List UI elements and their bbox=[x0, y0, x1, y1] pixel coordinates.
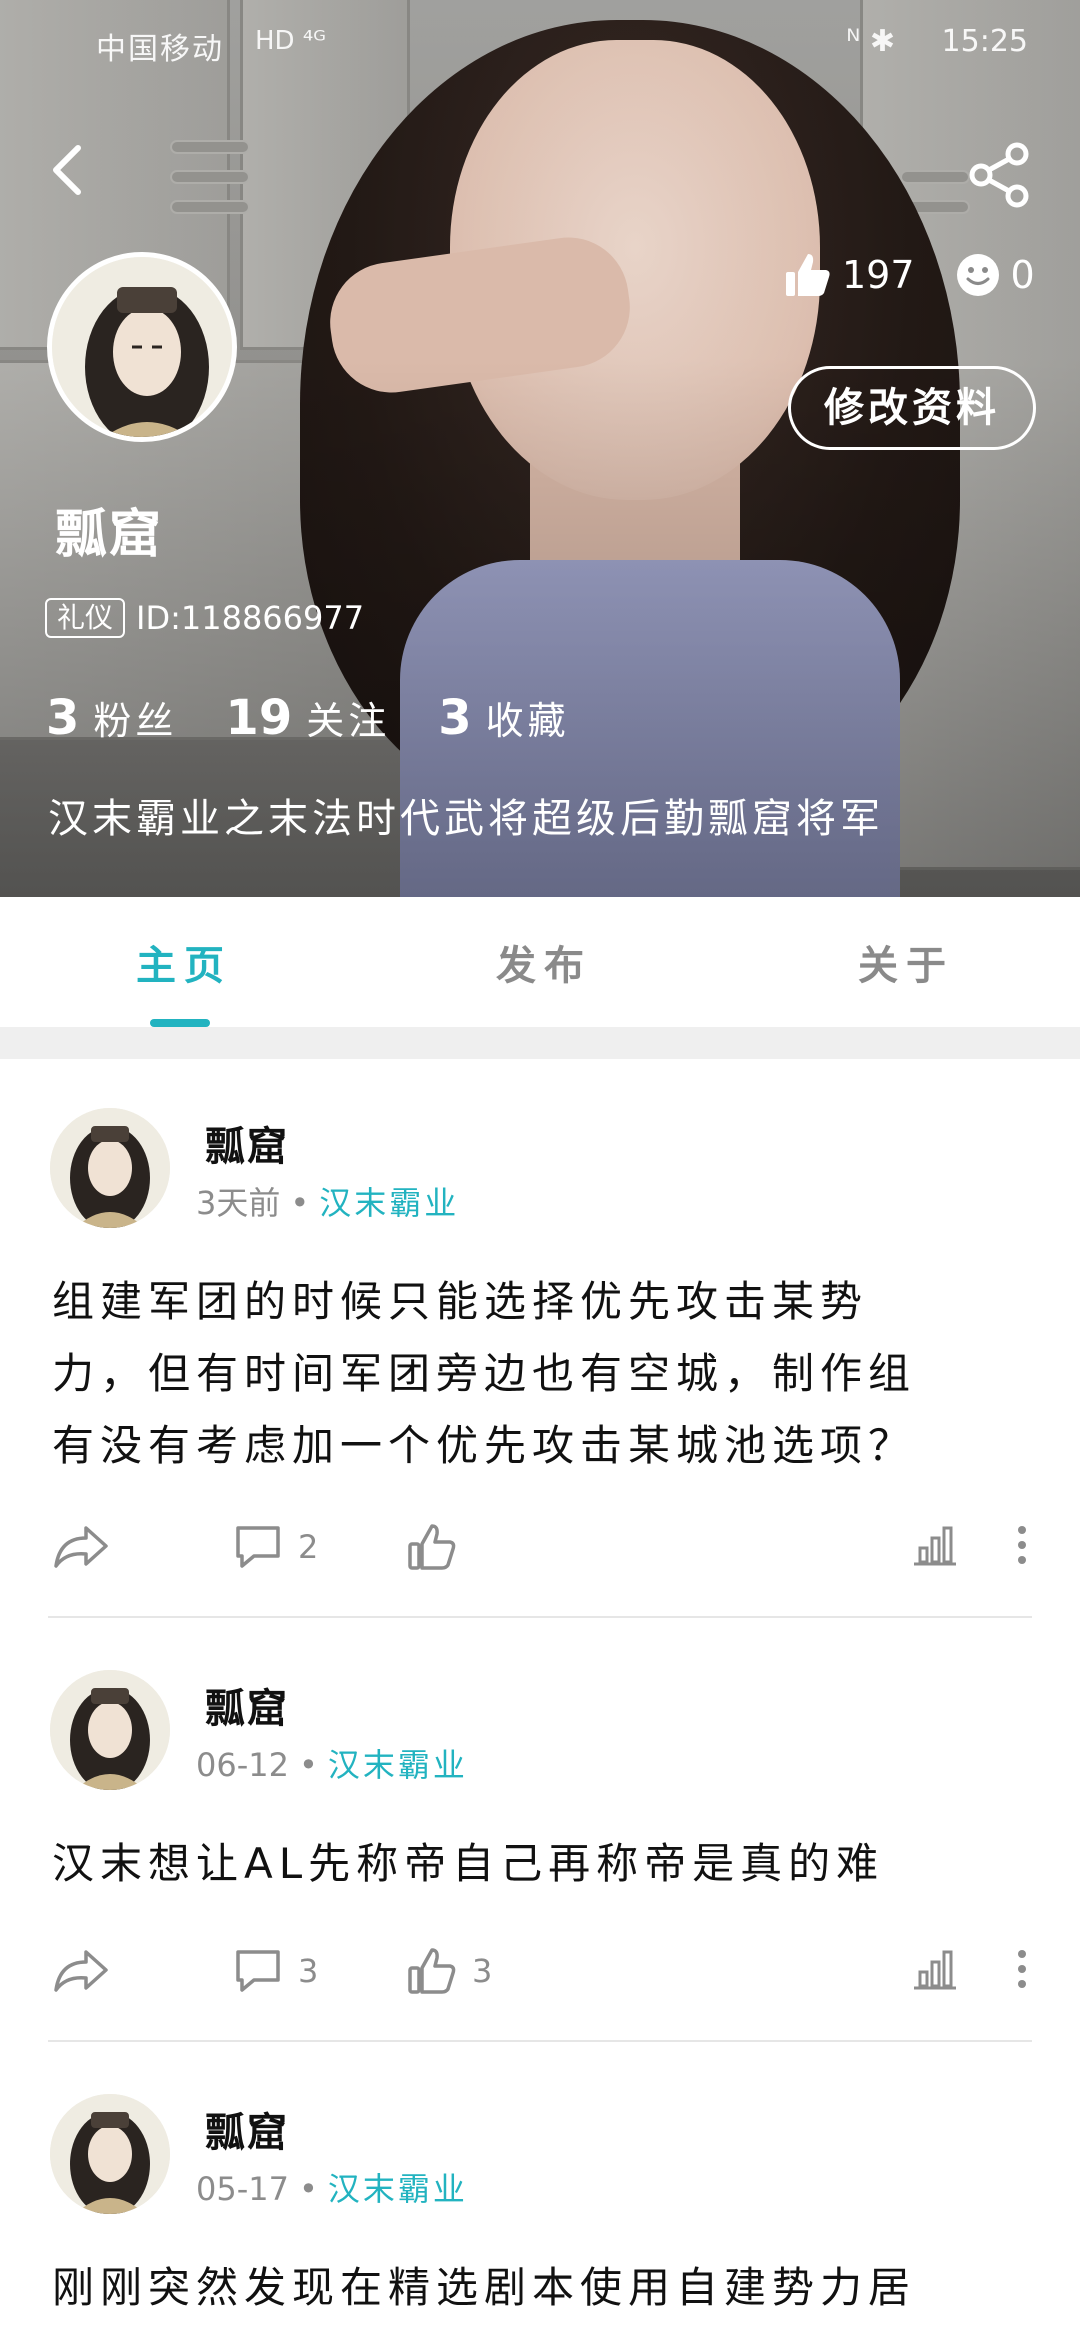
forward-button[interactable] bbox=[52, 1522, 110, 1572]
tab-posts[interactable]: 发布 bbox=[496, 933, 592, 991]
profile-page: 中国移动 HD ⁴ᴳ ᴺ ✱ 15:25 瓢窟 礼仪 ID:118866977 … bbox=[0, 0, 1080, 2340]
bar-chart-icon bbox=[914, 1950, 956, 1990]
post-author-name[interactable]: 瓢窟 bbox=[205, 2100, 289, 2158]
post-author-avatar[interactable] bbox=[50, 1670, 170, 1790]
comment-count: 2 bbox=[298, 1528, 319, 1566]
like-button[interactable] bbox=[406, 1522, 472, 1572]
bar-chart-icon bbox=[914, 1526, 956, 1566]
edit-profile-button[interactable]: 修改资料 bbox=[788, 366, 1036, 450]
post-meta: 05-17 • 汉末霸业 bbox=[196, 2164, 468, 2210]
stats-button[interactable] bbox=[912, 1522, 958, 1568]
profile-stats: 3 粉丝 19 关注 3 收藏 bbox=[46, 690, 618, 746]
post-meta: 06-12 • 汉末霸业 bbox=[196, 1740, 468, 1786]
share-icon bbox=[969, 142, 1029, 208]
post-content[interactable]: 汉末想让AL先称帝自己再称帝是真的难 bbox=[52, 1828, 1032, 1900]
post-topic[interactable]: 汉末霸业 bbox=[328, 2170, 468, 2208]
comment-icon bbox=[236, 1950, 280, 1992]
clock: 15:25 bbox=[941, 24, 1028, 59]
meta-dot: • bbox=[290, 1184, 310, 1222]
status-bar: 中国移动 HD ⁴ᴳ ᴺ ✱ 15:25 bbox=[0, 0, 1080, 90]
post-time: 06-12 bbox=[196, 1746, 289, 1784]
feed-post[interactable]: 瓢窟 06-12 • 汉末霸业 汉末想让AL先称帝自己再称帝是真的难 3 3 bbox=[0, 1670, 1080, 2050]
thumbs-up-icon bbox=[408, 1524, 456, 1570]
role-badge: 礼仪 bbox=[45, 598, 126, 638]
more-vertical-icon bbox=[1018, 1950, 1026, 1988]
feed-post[interactable]: 瓢窟 3天前 • 汉末霸业 组建军团的时候只能选择优先攻击某势 力，但有时间军团旁边… bbox=[0, 1108, 1080, 1628]
like-button[interactable]: 3 bbox=[406, 1946, 492, 1996]
likes-count: 197 bbox=[842, 253, 915, 297]
post-content[interactable]: 刚刚突然发现在精选剧本使用自建势力居 bbox=[52, 2252, 1032, 2324]
post-topic[interactable]: 汉末霸业 bbox=[319, 1184, 459, 1222]
thumbs-up-icon bbox=[786, 254, 830, 296]
favorites-label[interactable]: 收藏 bbox=[486, 690, 570, 745]
forward-button[interactable] bbox=[52, 1946, 110, 1996]
post-separator bbox=[48, 2040, 1032, 2042]
comment-button[interactable]: 3 bbox=[232, 1946, 318, 1996]
tab-active-indicator bbox=[150, 1019, 210, 1027]
post-separator bbox=[48, 1616, 1032, 1618]
post-time: 3天前 bbox=[196, 1184, 281, 1222]
more-button[interactable] bbox=[1012, 1522, 1032, 1568]
section-divider bbox=[0, 1027, 1080, 1059]
more-button[interactable] bbox=[1012, 1946, 1032, 1992]
post-actions: 3 3 bbox=[0, 1938, 1080, 2008]
carrier-label: 中国移动 bbox=[96, 32, 224, 67]
forward-icon bbox=[54, 1950, 108, 1992]
post-content-line: 刚刚突然发现在精选剧本使用自建势力居 bbox=[52, 2263, 917, 2312]
smile-icon bbox=[956, 254, 999, 296]
smiles-count: 0 bbox=[1010, 253, 1035, 297]
tab-home[interactable]: 主页 bbox=[136, 933, 232, 991]
thumbs-up-icon bbox=[408, 1948, 456, 1994]
stats-button[interactable] bbox=[912, 1946, 958, 1992]
profile-bio: 汉末霸业之末法时代武将超级后勤瓢窟将军 bbox=[48, 796, 884, 842]
more-vertical-icon bbox=[1018, 1526, 1026, 1564]
feed-post[interactable]: 瓢窟 05-17 • 汉末霸业 刚刚突然发现在精选剧本使用自建势力居 bbox=[0, 2094, 1080, 2340]
profile-username: 瓢窟 bbox=[55, 505, 164, 565]
comment-button[interactable]: 2 bbox=[232, 1522, 318, 1572]
comment-count: 3 bbox=[298, 1952, 319, 1990]
like-count: 3 bbox=[472, 1952, 493, 1990]
signal-wifi-icon: HD ⁴ᴳ bbox=[255, 26, 326, 56]
post-author-avatar[interactable] bbox=[50, 2094, 170, 2214]
post-meta: 3天前 • 汉末霸业 bbox=[196, 1178, 459, 1224]
post-content[interactable]: 组建军团的时候只能选择优先攻击某势 力，但有时间军团旁边也有空城，制作组 有没有… bbox=[52, 1266, 1032, 1482]
post-topic[interactable]: 汉末霸业 bbox=[328, 1746, 468, 1784]
user-id: ID:118866977 bbox=[136, 599, 365, 637]
followers-count[interactable]: 3 bbox=[46, 690, 79, 746]
post-content-line: 汉末想让AL先称帝自己再称帝是真的难 bbox=[52, 1839, 885, 1888]
post-actions: 2 bbox=[0, 1514, 1080, 1584]
profile-avatar[interactable] bbox=[47, 252, 237, 442]
chevron-left-icon bbox=[53, 145, 81, 195]
profile-reactions: 197 0 bbox=[782, 250, 1075, 300]
following-count[interactable]: 19 bbox=[225, 690, 292, 746]
post-author-name[interactable]: 瓢窟 bbox=[205, 1676, 289, 1734]
favorites-count[interactable]: 3 bbox=[438, 690, 471, 746]
avatar-illustration bbox=[50, 2094, 170, 2214]
profile-tabs: 主页 发布 关于 bbox=[0, 897, 1080, 1027]
meta-dot: • bbox=[298, 2170, 318, 2208]
avatar-illustration bbox=[50, 1108, 170, 1228]
back-button[interactable] bbox=[40, 130, 100, 210]
share-button[interactable] bbox=[965, 140, 1035, 210]
post-author-name[interactable]: 瓢窟 bbox=[205, 1114, 289, 1172]
forward-icon bbox=[54, 1526, 108, 1568]
bluetooth-battery-icon: ᴺ ✱ bbox=[846, 24, 895, 59]
post-content-line: 组建军团的时候只能选择优先攻击某势 bbox=[52, 1277, 869, 1326]
followers-label[interactable]: 粉丝 bbox=[93, 690, 177, 745]
post-content-line: 力，但有时间军团旁边也有空城，制作组 bbox=[52, 1349, 917, 1398]
tab-about[interactable]: 关于 bbox=[858, 933, 954, 991]
post-content-line: 有没有考虑加一个优先攻击某城池选项？ bbox=[52, 1421, 917, 1470]
avatar-illustration bbox=[50, 1670, 170, 1790]
comment-icon bbox=[236, 1526, 280, 1568]
post-time: 05-17 bbox=[196, 2170, 289, 2208]
following-label[interactable]: 关注 bbox=[306, 690, 390, 745]
post-author-avatar[interactable] bbox=[50, 1108, 170, 1228]
meta-dot: • bbox=[298, 1746, 318, 1784]
